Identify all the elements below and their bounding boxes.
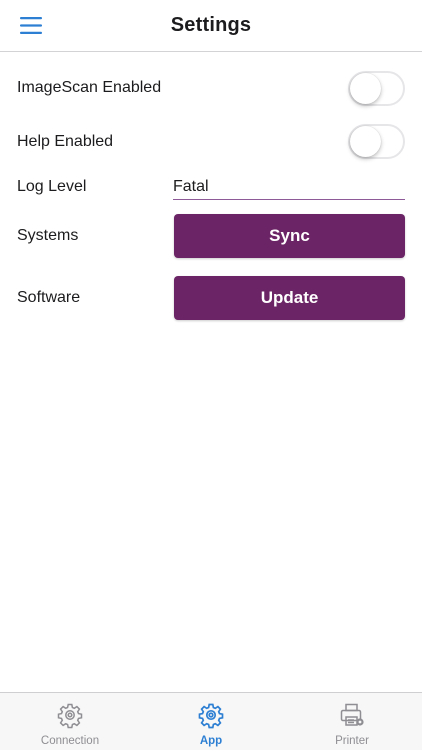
imagescan-row: ImageScan Enabled [0, 70, 422, 108]
gear-icon [57, 703, 83, 729]
tab-app[interactable]: App [141, 693, 281, 750]
page-title: Settings [170, 14, 252, 36]
toggle-knob [350, 73, 381, 104]
log-level-value: Fatal [173, 178, 209, 195]
gear-icon [198, 703, 224, 729]
software-label: Software [17, 289, 81, 306]
tab-app-label: App [199, 735, 223, 747]
toggle-knob [350, 126, 381, 157]
help-row: Help Enabled [0, 123, 422, 161]
systems-label: Systems [17, 227, 79, 244]
tab-printer-label: Printer [335, 735, 369, 747]
tab-printer[interactable]: Printer [282, 693, 422, 750]
tab-connection-label: Connection [40, 735, 100, 747]
settings-screen: Settings ImageScan Enabled Help Enabled … [0, 0, 422, 750]
bottom-tab-bar: Connection App Printer [0, 692, 422, 750]
imagescan-label: ImageScan Enabled [17, 79, 162, 96]
update-button[interactable]: Update [174, 276, 405, 320]
sync-button[interactable]: Sync [174, 214, 405, 258]
help-label: Help Enabled [17, 133, 114, 150]
software-row: Software Update [0, 276, 422, 320]
help-toggle[interactable] [348, 124, 405, 159]
tab-connection[interactable]: Connection [0, 693, 140, 750]
log-level-select[interactable]: Fatal [173, 176, 405, 200]
log-level-row: Log Level Fatal [0, 176, 422, 200]
log-level-label: Log Level [17, 178, 87, 195]
systems-row: Systems Sync [0, 214, 422, 258]
header-bar: Settings [0, 0, 422, 52]
imagescan-toggle[interactable] [348, 71, 405, 106]
printer-icon [340, 703, 364, 726]
